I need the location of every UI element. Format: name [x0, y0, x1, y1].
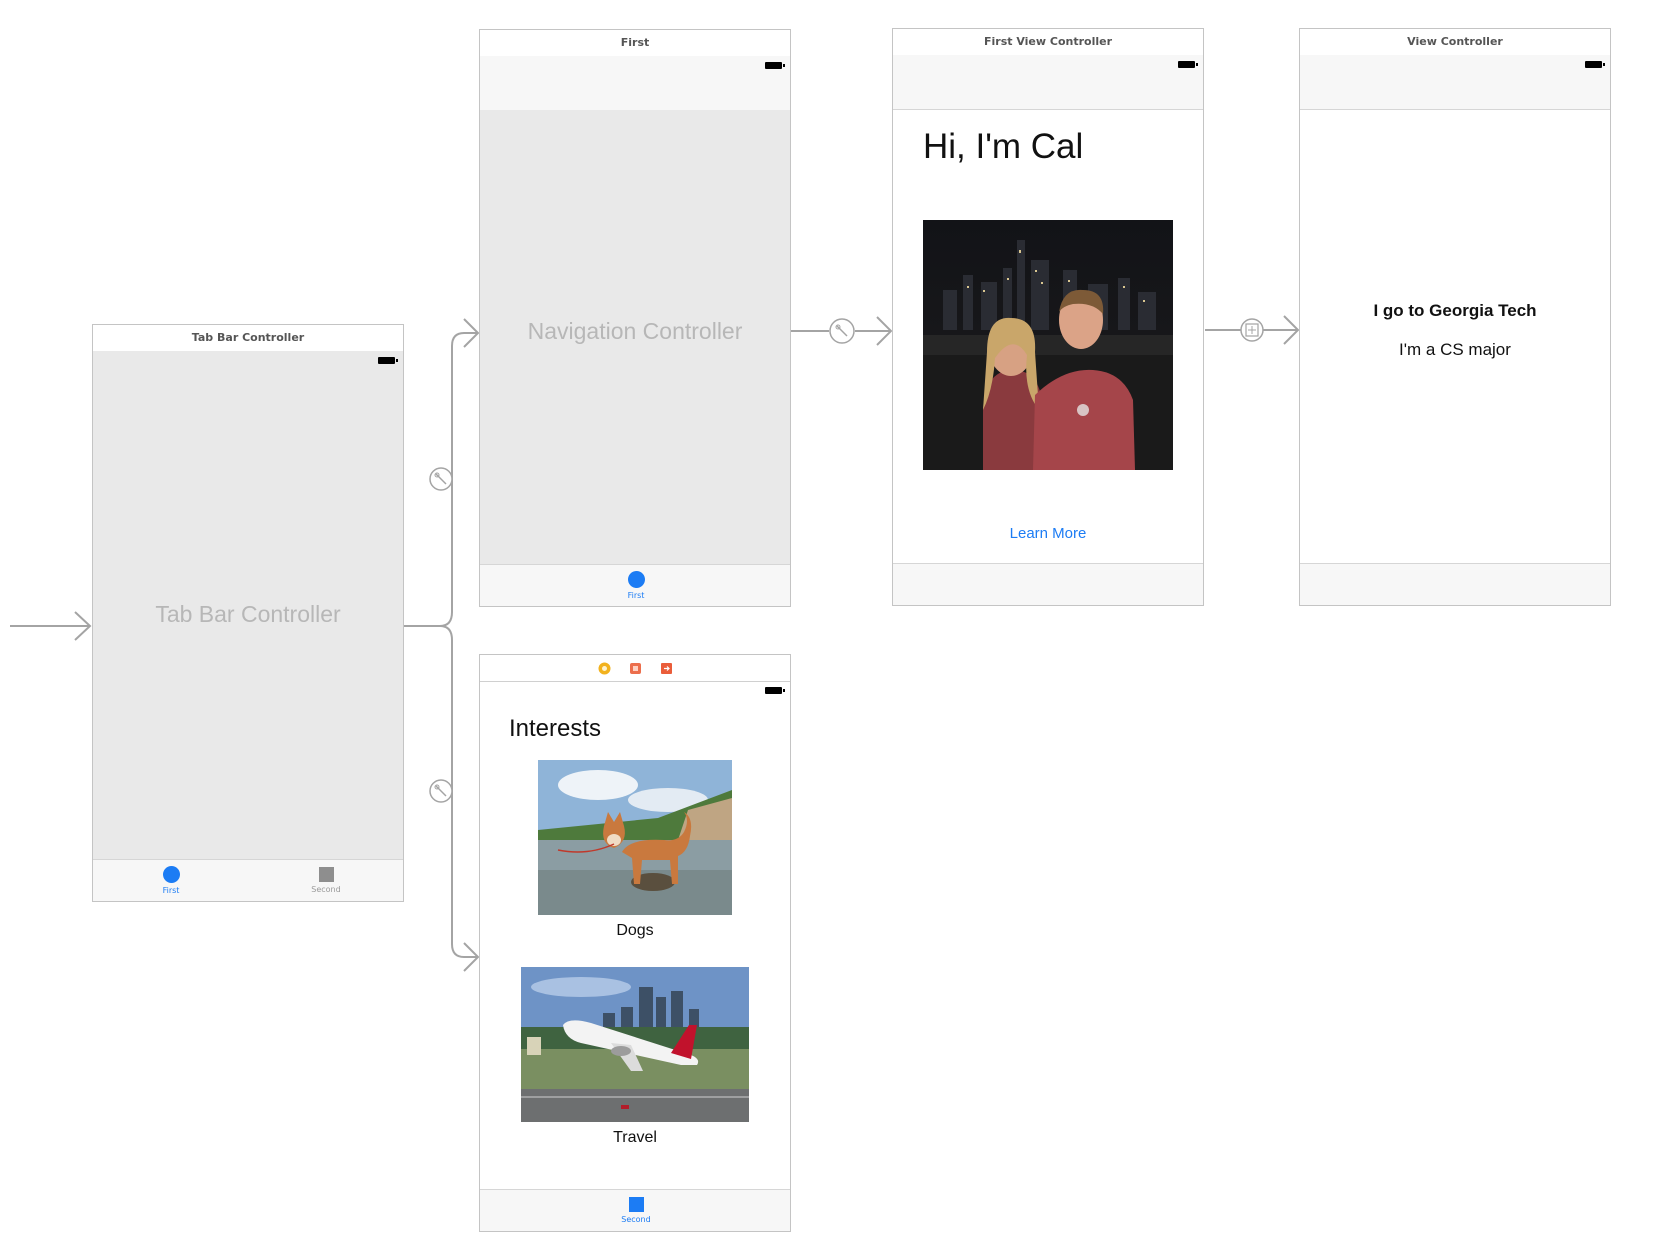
first-responder-icon[interactable] — [629, 662, 642, 675]
tab-first[interactable]: First — [121, 860, 221, 901]
tab-second[interactable]: Second — [276, 860, 376, 901]
tab-second[interactable]: Second — [586, 1190, 686, 1231]
exit-icon[interactable] — [660, 662, 673, 675]
scene-title[interactable]: First — [480, 30, 790, 57]
navigation-bar — [893, 55, 1203, 110]
circle-icon — [627, 571, 645, 588]
shiba-dog-photo — [538, 760, 732, 915]
tab-label: Second — [621, 1215, 651, 1224]
tab-bar-controller-scene[interactable]: Tab Bar Controller Tab Bar Controller Fi… — [92, 324, 404, 902]
tab-bar: First Second — [93, 859, 403, 901]
tab-bar-controller-label: Tab Bar Controller — [155, 601, 341, 627]
school-label: I go to Georgia Tech — [1373, 301, 1537, 320]
battery-icon — [1178, 61, 1198, 68]
square-icon — [318, 867, 334, 882]
tab-bar: Second — [480, 1189, 790, 1231]
tab-bar: First — [480, 564, 790, 606]
scene-dock[interactable] — [480, 655, 790, 682]
navigation-controller-scene[interactable]: First Navigation Controller First — [479, 29, 791, 607]
battery-icon — [765, 62, 785, 69]
navigation-controller-label: Navigation Controller — [527, 318, 743, 344]
view-controller-icon[interactable] — [598, 662, 611, 675]
tab-bar — [1300, 563, 1610, 605]
tab-label: Second — [311, 885, 341, 894]
navigation-bar — [1300, 55, 1610, 110]
status-bar — [480, 681, 790, 707]
tab-bar — [893, 563, 1203, 605]
hello-heading: Hi, I'm Cal — [923, 127, 1084, 166]
show-segue-badge-icon[interactable] — [1240, 318, 1264, 342]
airplane-photo — [521, 967, 749, 1122]
learn-more-button[interactable]: Learn More — [893, 525, 1203, 542]
dogs-label: Dogs — [616, 922, 654, 939]
relationship-badge-icon[interactable] — [429, 779, 453, 803]
battery-icon — [765, 687, 785, 694]
battery-icon — [378, 357, 398, 364]
first-view-controller-scene[interactable]: First View Controller Hi, I'm Cal Learn … — [892, 28, 1204, 606]
battery-icon — [1585, 61, 1605, 68]
square-icon — [628, 1197, 644, 1212]
tab-label: First — [627, 591, 645, 600]
circle-icon — [162, 866, 180, 883]
tab-bar-body: Tab Bar Controller — [93, 351, 403, 860]
couple-photo — [923, 220, 1173, 470]
scene-title[interactable]: View Controller — [1300, 29, 1610, 56]
navigation-body: Navigation Controller — [480, 110, 790, 565]
scene-title[interactable]: Tab Bar Controller — [93, 325, 403, 352]
interests-heading: Interests — [509, 715, 602, 742]
travel-label: Travel — [613, 1129, 657, 1146]
relationship-badge-icon[interactable] — [429, 467, 453, 491]
major-label: I'm a CS major — [1399, 340, 1511, 359]
tab-first[interactable]: First — [586, 565, 686, 606]
root-segue-badge-icon[interactable] — [829, 318, 855, 344]
interests-scene[interactable]: Interests Dogs Travel Second — [479, 654, 791, 1232]
tab-label: First — [162, 886, 180, 895]
navigation-bar — [480, 56, 790, 111]
view-controller-scene[interactable]: View Controller I go to Georgia Tech I'm… — [1299, 28, 1611, 606]
scene-title[interactable]: First View Controller — [893, 29, 1203, 56]
